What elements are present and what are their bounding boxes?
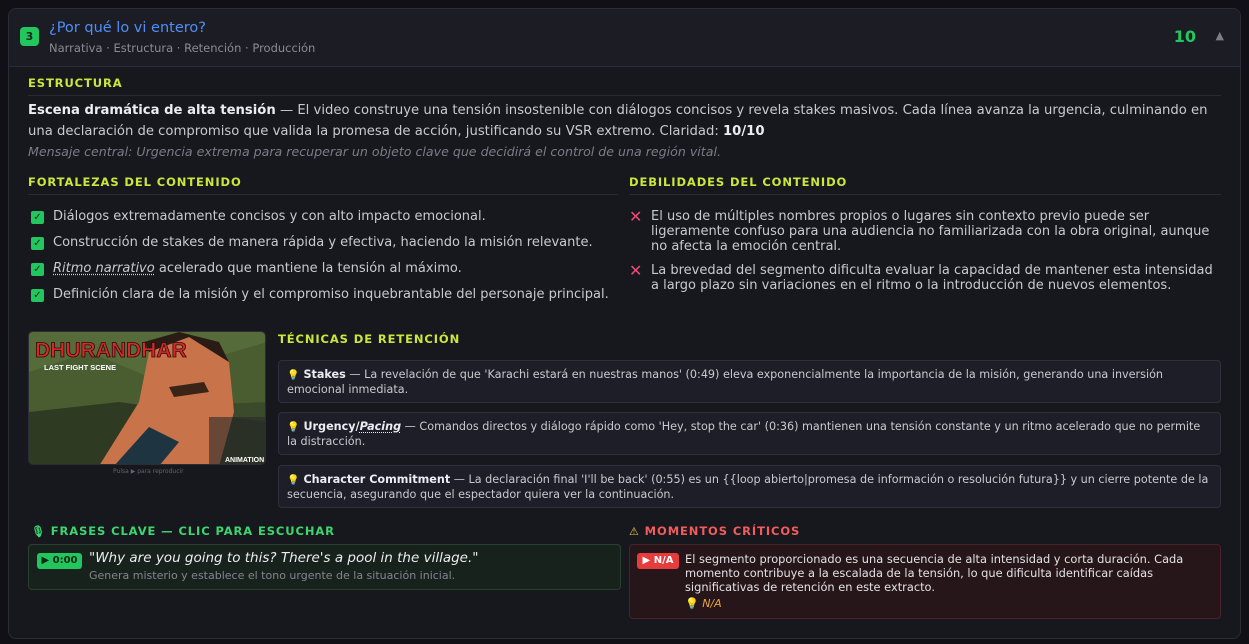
momentos-heading-text: MOMENTOS CRÍTICOS — [644, 524, 801, 538]
divider — [28, 194, 618, 195]
section-title: ¿Por qué lo vi entero? — [49, 20, 206, 36]
thumbnail-subtitle-text: LAST FIGHT SCENE — [44, 363, 116, 372]
frase-note: Genera misterio y establece el tono urge… — [89, 569, 456, 582]
warning-icon: ⚠ — [629, 525, 640, 538]
section-number-badge: 3 — [20, 27, 39, 46]
tecnica-name: Urgency/ — [303, 420, 360, 433]
microphone-icon: 🎙 — [31, 525, 46, 538]
tecnica-text: — La revelación de que 'Karachi estará e… — [287, 368, 1164, 396]
momento-item: ▶ N/A El segmento proporcionado es una s… — [629, 544, 1221, 619]
check-icon: ✓ — [31, 237, 44, 250]
check-icon: ✓ — [31, 289, 44, 302]
check-icon: ✓ — [31, 263, 44, 276]
fortaleza-item: ✓ Diálogos extremadamente concisos y con… — [31, 209, 621, 224]
section-card: 3 ¿Por qué lo vi entero? Narrativa · Est… — [8, 8, 1241, 639]
fortaleza-item: ✓ Ritmo narrativo acelerado que mantiene… — [31, 261, 621, 276]
momento-tip: 💡 N/A — [685, 597, 722, 610]
fortaleza-item: ✓ Definición clara de la misión y el com… — [31, 287, 621, 302]
fortaleza-term[interactable]: Ritmo narrativo — [53, 261, 155, 276]
video-thumbnail[interactable]: DHURANDHAR LAST FIGHT SCENE ANIMATION — [28, 331, 266, 465]
frases-heading-text: FRASES CLAVE — CLIC PARA ESCUCHAR — [50, 524, 335, 538]
tecnica-term[interactable]: Pacing — [360, 420, 401, 433]
central-message: Mensaje central: Urgencia extrema para r… — [28, 144, 721, 159]
tecnica-card: 💡 Stakes — La revelación de que 'Karachi … — [278, 360, 1221, 403]
estructura-lead: Escena dramática de alta tensión — [28, 103, 276, 118]
fortaleza-text: Definición clara de la misión y el compr… — [53, 287, 609, 302]
section-header[interactable]: 3 ¿Por qué lo vi entero? Narrativa · Est… — [9, 9, 1240, 67]
tecnica-card: 💡 Urgency/Pacing — Comandos directos y di… — [278, 412, 1221, 455]
check-icon: ✓ — [31, 211, 44, 224]
estructura-description: Escena dramática de alta tensión — El vi… — [28, 101, 1218, 142]
divider — [28, 95, 1221, 96]
debilidad-text: La brevedad del segmento dificulta evalu… — [651, 263, 1213, 293]
momento-timestamp-button[interactable]: ▶ N/A — [637, 553, 679, 569]
divider — [629, 194, 1221, 195]
play-timestamp-button[interactable]: ▶ 0:00 — [37, 553, 82, 569]
thumbnail-brand-text: ANIMATION — [225, 457, 264, 464]
tecnica-name: Stakes — [303, 368, 346, 381]
lightbulb-icon: 💡 — [287, 370, 300, 381]
debilidad-item: ✕ La brevedad del segmento dificulta eva… — [629, 261, 1219, 294]
fortaleza-item: ✓ Construcción de stakes de manera rápid… — [31, 235, 621, 250]
debilidades-heading: DEBILIDADES DEL CONTENIDO — [629, 175, 848, 189]
section-score: 10 — [1173, 27, 1196, 46]
tecnica-card: 💡 Character Commitment — La declaración f… — [278, 465, 1221, 508]
fortaleza-text: Diálogos extremadamente concisos y con a… — [53, 209, 486, 224]
cross-icon: ✕ — [629, 207, 643, 226]
momento-tip-text: N/A — [702, 597, 722, 610]
fortaleza-text: acelerado que mantiene la tensión al máx… — [154, 261, 462, 276]
section-subtitle: Narrativa · Estructura · Retención · Pro… — [49, 41, 316, 55]
tecnicas-heading: TÉCNICAS DE RETENCIÓN — [278, 332, 461, 346]
estructura-heading: ESTRUCTURA — [28, 76, 123, 90]
debilidades-list: ✕ El uso de múltiples nombres propios o … — [629, 207, 1219, 294]
chevron-up-icon[interactable]: ▲ — [1216, 29, 1224, 42]
thumbnail-title-text: DHURANDHAR — [35, 339, 187, 362]
frase-quote: "Why are you going to this? There's a po… — [89, 550, 479, 566]
fortalezas-list: ✓ Diálogos extremadamente concisos y con… — [31, 209, 621, 302]
debilidad-text: El uso de múltiples nombres propios o lu… — [651, 209, 1210, 254]
momento-text: El segmento proporcionado es una secuenc… — [685, 552, 1184, 594]
momentos-heading: ⚠ MOMENTOS CRÍTICOS — [629, 524, 800, 538]
claridad-score: 10/10 — [722, 123, 765, 139]
fortaleza-text: Construcción de stakes de manera rápida … — [53, 235, 593, 250]
debilidad-item: ✕ El uso de múltiples nombres propios o … — [629, 207, 1219, 255]
play-hint: Pulsa ▶ para reproducir — [113, 468, 184, 475]
fortalezas-heading: FORTALEZAS DEL CONTENIDO — [28, 175, 242, 189]
lightbulb-icon: 💡 — [287, 422, 300, 433]
lightbulb-icon: 💡 — [287, 475, 300, 486]
frase-item[interactable]: ▶ 0:00 "Why are you going to this? There… — [28, 544, 621, 590]
frases-heading: 🎙 FRASES CLAVE — CLIC PARA ESCUCHAR — [31, 524, 335, 538]
tecnica-text: — Comandos directos y diálogo rápido com… — [287, 420, 1201, 448]
thumbnail-illustration: DHURANDHAR LAST FIGHT SCENE ANIMATION — [29, 332, 265, 464]
cross-icon: ✕ — [629, 261, 643, 280]
lightbulb-icon: 💡 — [685, 597, 699, 610]
tecnica-name: Character Commitment — [303, 473, 451, 486]
